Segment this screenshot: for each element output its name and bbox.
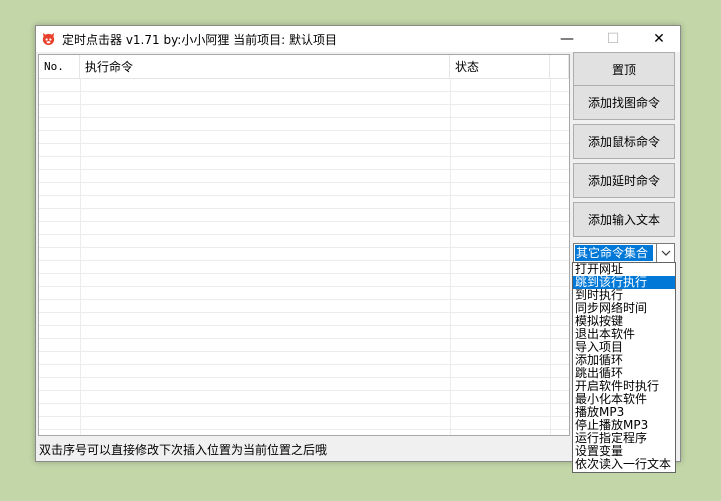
table-row[interactable] [39,326,569,339]
dropdown-option[interactable]: 播放MP3 [573,406,675,419]
dropdown-option[interactable]: 跳出循环 [573,367,675,380]
dropdown-option[interactable]: 开启软件时执行 [573,380,675,393]
combo-dropdown-button[interactable] [656,244,674,262]
table-row[interactable] [39,352,569,365]
table-row[interactable] [39,209,569,222]
table-row[interactable] [39,196,569,209]
dropdown-option[interactable]: 到时执行 [573,289,675,302]
table-row[interactable] [39,404,569,417]
close-button[interactable]: ✕ [636,26,682,52]
table-row[interactable] [39,417,569,430]
chevron-down-icon [661,250,670,256]
table-row[interactable] [39,300,569,313]
add-input-text-button[interactable]: 添加输入文本 [573,202,675,237]
command-list[interactable]: No. 执行命令 状态 [38,54,570,436]
dropdown-option[interactable]: 退出本软件 [573,328,675,341]
column-divider [550,79,551,435]
table-row[interactable] [39,131,569,144]
column-divider [80,79,81,435]
window-title: 定时点击器 v1.71 by:小小阿狸 当前项目: 默认项目 [62,33,338,47]
table-row[interactable] [39,274,569,287]
combo-selected-value: 其它命令集合 [575,245,653,261]
minimize-button[interactable]: — [544,26,590,52]
table-row[interactable] [39,170,569,183]
title-bar[interactable]: 定时点击器 v1.71 by:小小阿狸 当前项目: 默认项目 — ☐ ✕ [36,26,680,52]
column-header-command[interactable]: 执行命令 [80,55,450,79]
other-commands-combo[interactable]: 其它命令集合 [573,243,675,263]
dropdown-option[interactable]: 运行指定程序 [573,432,675,445]
table-row[interactable] [39,287,569,300]
minimize-icon: — [560,31,574,47]
table-row[interactable] [39,365,569,378]
table-row[interactable] [39,105,569,118]
table-row[interactable] [39,261,569,274]
dropdown-option[interactable]: 导入项目 [573,341,675,354]
column-divider [450,79,451,435]
table-row[interactable] [39,313,569,326]
dropdown-option[interactable]: 同步网络时间 [573,302,675,315]
column-header-status[interactable]: 状态 [450,55,550,79]
dropdown-option[interactable]: 依次读入一行文本 [573,458,675,471]
add-mouse-command-button[interactable]: 添加鼠标命令 [573,124,675,159]
close-icon: ✕ [653,31,665,47]
list-header: No. 执行命令 状态 [39,55,569,79]
dropdown-option[interactable]: 停止播放MP3 [573,419,675,432]
table-row[interactable] [39,92,569,105]
maximize-icon: ☐ [606,31,620,47]
table-row[interactable] [39,144,569,157]
table-row[interactable] [39,118,569,131]
table-row[interactable] [39,391,569,404]
other-commands-dropdown-list[interactable]: 打开网址 跳到该行执行 到时执行 同步网络时间 模拟按键 退出本软件 导入项目 添加循环 跳出循… [572,262,676,473]
table-row[interactable] [39,157,569,170]
dropdown-option[interactable]: 设置变量 [573,445,675,458]
fox-app-icon [42,32,55,46]
table-row[interactable] [39,79,569,92]
pin-top-button[interactable]: 置顶 [573,52,675,87]
column-header-extra[interactable] [550,55,569,79]
table-row[interactable] [39,339,569,352]
add-delay-command-button[interactable]: 添加延时命令 [573,163,675,198]
table-row[interactable] [39,222,569,235]
table-row[interactable] [39,235,569,248]
dropdown-option[interactable]: 打开网址 [573,263,675,276]
dropdown-option[interactable]: 模拟按键 [573,315,675,328]
add-find-image-button[interactable]: 添加找图命令 [573,85,675,120]
dropdown-option[interactable]: 添加循环 [573,354,675,367]
table-row[interactable] [39,378,569,391]
column-header-no[interactable]: No. [39,55,80,79]
dropdown-option[interactable]: 最小化本软件 [573,393,675,406]
dropdown-option[interactable]: 跳到该行执行 [573,276,675,289]
maximize-button[interactable]: ☐ [590,26,636,52]
table-row[interactable] [39,248,569,261]
table-row[interactable] [39,183,569,196]
